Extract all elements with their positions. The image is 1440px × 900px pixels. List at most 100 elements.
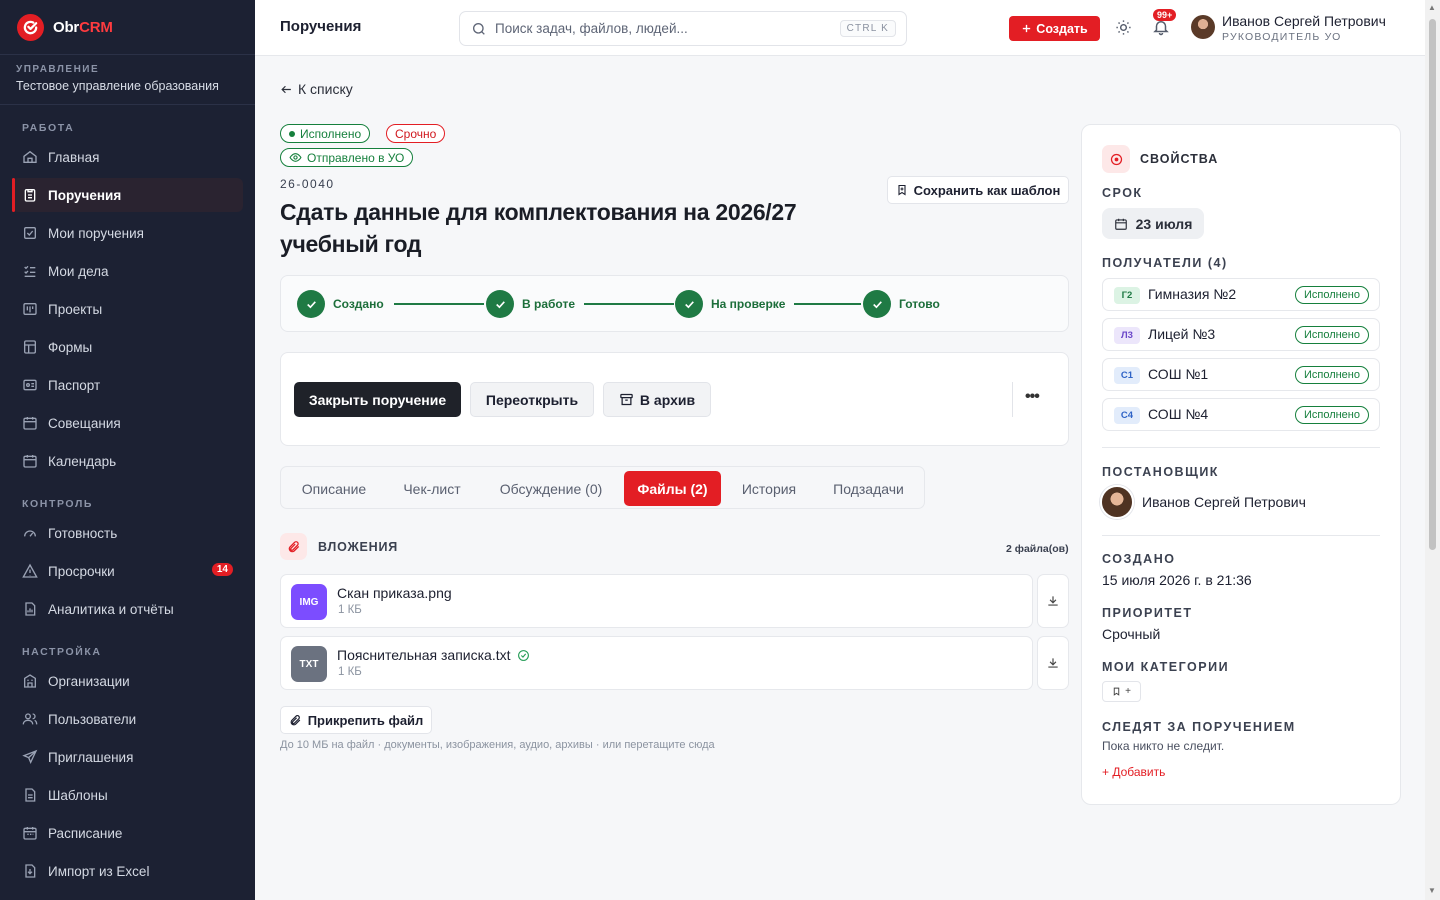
download-button[interactable] bbox=[1037, 636, 1069, 690]
avatar[interactable] bbox=[1191, 15, 1215, 39]
create-button[interactable]: Создать bbox=[1009, 16, 1100, 41]
sidebar-item-label: Шаблоны bbox=[48, 787, 108, 803]
bookmark-icon bbox=[1113, 687, 1120, 696]
created-label: СОЗДАНО bbox=[1102, 552, 1176, 566]
file-row[interactable]: TXT Пояснительная записка.txt 1 КБ bbox=[280, 636, 1033, 690]
notification-badge: 99+ bbox=[1153, 9, 1177, 21]
priority-badge: Срочно bbox=[386, 124, 446, 143]
plus-icon: + bbox=[1125, 686, 1131, 697]
sidebar-item-overdue[interactable]: Просрочки 14 bbox=[12, 554, 243, 588]
author-name[interactable]: Иванов Сергей Петрович bbox=[1142, 494, 1306, 510]
categories-label: МОИ КАТЕГОРИИ bbox=[1102, 660, 1230, 674]
sidebar-item-my-tasks[interactable]: Мои дела bbox=[12, 254, 243, 288]
sidebar-item-templates[interactable]: Шаблоны bbox=[12, 778, 243, 812]
recipient-abbr: Г2 bbox=[1114, 287, 1140, 304]
sidebar-item-forms[interactable]: Формы bbox=[12, 330, 243, 364]
due-date-value: 23 июля bbox=[1135, 215, 1193, 232]
sidebar-item-import-excel[interactable]: Импорт из Excel bbox=[12, 854, 243, 888]
recipients-label: ПОЛУЧАТЕЛИ (4) bbox=[1102, 256, 1228, 270]
section-work: РАБОТА bbox=[22, 122, 75, 134]
tab-history[interactable]: История bbox=[725, 471, 813, 506]
user-name[interactable]: Иванов Сергей Петрович bbox=[1222, 13, 1386, 29]
sidebar-item-users[interactable]: Пользователи bbox=[12, 702, 243, 736]
send-icon bbox=[22, 749, 38, 764]
recipient-status: Исполнено bbox=[1294, 326, 1369, 344]
archive-button[interactable]: В архив bbox=[603, 382, 711, 417]
sidebar-item-label: Просрочки bbox=[48, 563, 115, 579]
document-icon bbox=[25, 788, 36, 802]
page-title: Поручения bbox=[280, 18, 362, 35]
created-value: 15 июля 2026 г. в 21:36 bbox=[1102, 572, 1252, 588]
file-size: 1 КБ bbox=[338, 666, 362, 678]
sidebar-item-calendar[interactable]: Календарь bbox=[12, 444, 243, 478]
list-check-icon bbox=[24, 265, 36, 277]
step-connector bbox=[584, 303, 674, 305]
plus-icon bbox=[1023, 24, 1031, 33]
sidebar-item-passport[interactable]: Паспорт bbox=[12, 368, 243, 402]
sidebar-item-meetings[interactable]: Совещания bbox=[12, 406, 243, 440]
sidebar-item-schedule[interactable]: Расписание bbox=[12, 816, 243, 850]
task-title-line: учебный год bbox=[280, 231, 422, 257]
file-size: 1 КБ bbox=[338, 604, 362, 616]
back-link[interactable]: К списку bbox=[280, 81, 353, 97]
reopen-button[interactable]: Переоткрыть bbox=[470, 382, 594, 417]
org-caption: УПРАВЛЕНИЕ bbox=[16, 64, 100, 75]
sidebar-item-projects[interactable]: Проекты bbox=[12, 292, 243, 326]
sidebar-item-organizations[interactable]: Организации bbox=[12, 664, 243, 698]
add-category-button[interactable]: + bbox=[1102, 681, 1141, 702]
step-review: На проверке bbox=[675, 290, 785, 318]
sidebar-item-readiness[interactable]: Готовность bbox=[12, 516, 243, 550]
sidebar-item-label: Организации bbox=[48, 673, 130, 689]
progress-steps: Создано В работе На проверке Готово bbox=[280, 275, 1069, 332]
tab-description[interactable]: Описание bbox=[285, 471, 383, 506]
clipboard-icon bbox=[24, 189, 36, 202]
sidebar-item-home[interactable]: Главная bbox=[12, 140, 243, 174]
step-created: Создано bbox=[297, 290, 384, 318]
app-logo[interactable]: ObrCRM bbox=[0, 0, 255, 55]
recipient-row[interactable]: С4 СОШ №4 Исполнено bbox=[1102, 398, 1380, 431]
sun-icon[interactable] bbox=[1115, 19, 1132, 36]
save-template-button[interactable]: Сохранить как шаблон bbox=[887, 176, 1069, 204]
sidebar-item-my-assignments[interactable]: Мои поручения bbox=[12, 216, 243, 250]
due-date-chip[interactable]: 23 июля bbox=[1102, 208, 1204, 239]
recipient-abbr: С1 bbox=[1114, 367, 1140, 384]
download-icon bbox=[1048, 658, 1058, 668]
bookmark-plus-icon bbox=[898, 184, 906, 196]
tab-files[interactable]: Файлы (2) bbox=[624, 471, 721, 506]
sidebar-item-analytics[interactable]: Аналитика и отчёты bbox=[12, 592, 243, 626]
arrow-left-icon bbox=[281, 85, 291, 93]
scrollbar-thumb[interactable] bbox=[1429, 19, 1436, 550]
search-input[interactable]: Поиск задач, файлов, людей... CTRL K bbox=[459, 11, 907, 46]
recipient-row[interactable]: Г2 Гимназия №2 Исполнено bbox=[1102, 278, 1380, 311]
tab-discussion[interactable]: Обсуждение (0) bbox=[481, 471, 621, 506]
download-button[interactable] bbox=[1037, 574, 1069, 628]
org-switcher[interactable]: УПРАВЛЕНИЕ Тестовое управление образован… bbox=[0, 55, 255, 105]
import-icon bbox=[25, 864, 36, 878]
recipient-row[interactable]: Л3 Лицей №3 Исполнено bbox=[1102, 318, 1380, 351]
file-row[interactable]: IMG Скан приказа.png 1 КБ bbox=[280, 574, 1033, 628]
status-badge: Исполнено bbox=[280, 124, 371, 143]
close-task-button[interactable]: Закрыть поручение bbox=[294, 382, 461, 417]
file-name-text: Скан приказа.png bbox=[337, 585, 452, 601]
scroll-down-icon[interactable]: ▼ bbox=[1428, 886, 1436, 895]
tab-checklist[interactable]: Чек-лист bbox=[385, 471, 479, 506]
scrollbar[interactable]: ▲ ▼ bbox=[1425, 0, 1440, 900]
task-code: 26-0040 bbox=[280, 177, 335, 191]
tab-subtasks[interactable]: Подзадачи bbox=[817, 471, 920, 506]
file-type-badge: IMG bbox=[291, 584, 327, 620]
check-circle-icon bbox=[675, 290, 703, 318]
verified-check-icon bbox=[517, 649, 529, 661]
more-icon[interactable]: ••• bbox=[1025, 388, 1040, 406]
attach-file-button[interactable]: Прикрепить файл bbox=[280, 706, 432, 734]
form-icon bbox=[24, 340, 36, 354]
gauge-icon bbox=[24, 530, 36, 537]
add-follower-link[interactable]: + Добавить bbox=[1102, 765, 1165, 779]
sidebar-item-invitations[interactable]: Приглашения bbox=[12, 740, 243, 774]
recipient-abbr: Л3 bbox=[1114, 327, 1140, 344]
due-label: СРОК bbox=[1102, 186, 1143, 200]
recipient-name: СОШ №4 bbox=[1148, 406, 1209, 422]
user-role: РУКОВОДИТЕЛЬ УО bbox=[1222, 31, 1342, 43]
scroll-up-icon[interactable]: ▲ bbox=[1428, 3, 1436, 12]
recipient-row[interactable]: С1 СОШ №1 Исполнено bbox=[1102, 358, 1380, 391]
sidebar-item-assignments[interactable]: Поручения bbox=[12, 178, 243, 212]
